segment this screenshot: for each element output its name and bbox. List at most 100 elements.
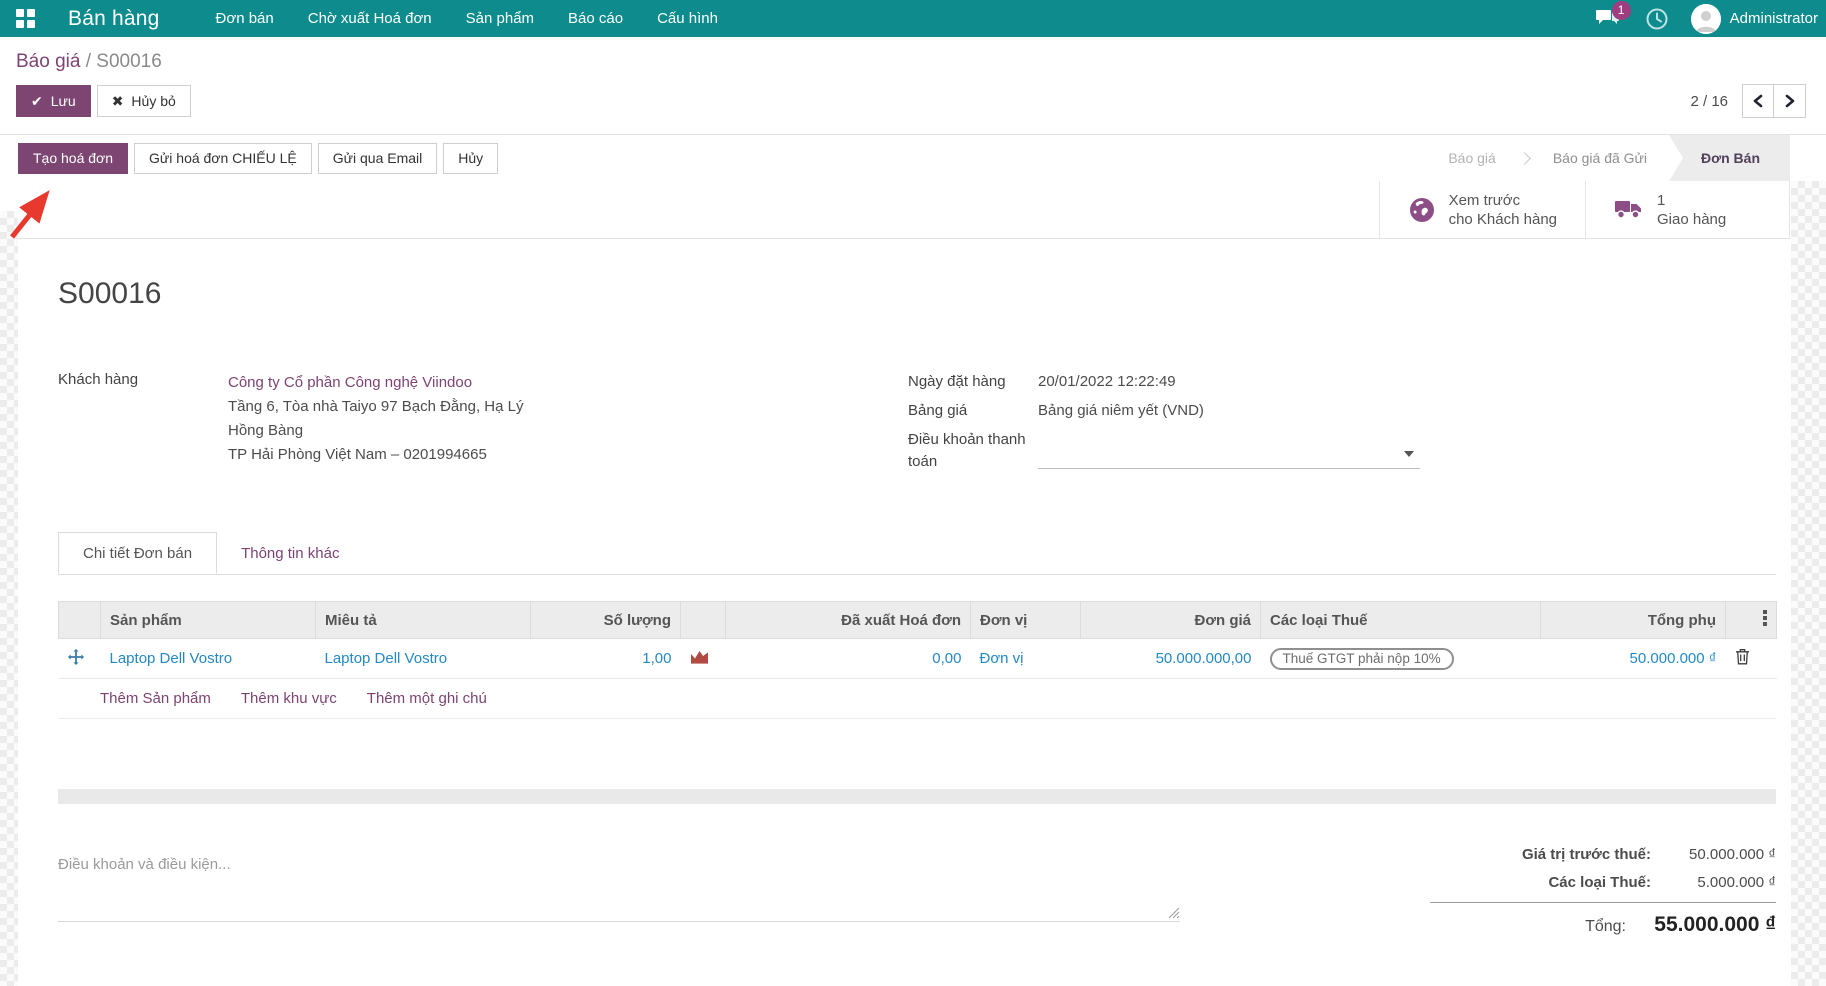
discard-button[interactable]: ✖ Hủy bỏ: [96, 85, 191, 117]
section-separator: [58, 789, 1776, 804]
add-section-link[interactable]: Thêm khu vực: [241, 690, 337, 707]
tab-other-info[interactable]: Thông tin khác: [217, 532, 363, 574]
pricelist-label: Bảng giá: [908, 402, 968, 419]
transparent-edge-left: [0, 211, 18, 986]
totals-divider: [1430, 902, 1776, 903]
customer-address-line2: Hồng Bàng: [228, 422, 304, 439]
chevron-right-icon: [1785, 94, 1794, 108]
app-title[interactable]: Bán hàng: [68, 7, 160, 31]
notebook-tabs: Chi tiết Đơn bán Thông tin khác: [58, 532, 1776, 575]
order-lines-table: Sản phẩm Miêu tả Số lượng Đã xuất Hoá đơ…: [58, 601, 1777, 679]
save-button[interactable]: ✔ Lưu: [16, 85, 91, 117]
chevron-separator-icon: [1517, 151, 1531, 165]
order-date-label: Ngày đặt hàng: [908, 373, 1006, 390]
menu-item-bao-cao[interactable]: Báo cáo: [568, 10, 623, 27]
customer-link[interactable]: Công ty Cổ phần Công nghệ Viindoo: [228, 371, 523, 395]
terms-textarea[interactable]: Điều khoản và điều kiện...: [58, 846, 1180, 922]
trash-icon: [1735, 649, 1749, 665]
cell-invoiced[interactable]: 0,00: [725, 638, 971, 679]
truck-icon: [1615, 200, 1641, 219]
resize-handle-icon[interactable]: [1168, 907, 1180, 919]
taxes-value: 5.000.000 ₫: [1697, 874, 1776, 891]
cell-unit-price[interactable]: 50.000.000,00: [1080, 638, 1261, 679]
pager-previous-button[interactable]: [1742, 84, 1774, 118]
user-menu[interactable]: Administrator: [1690, 3, 1818, 34]
tab-order-details[interactable]: Chi tiết Đơn bán: [58, 532, 218, 574]
main-menu: Đơn bán Chờ xuất Hoá đơn Sản phẩm Báo cá…: [216, 10, 718, 27]
customer-label: Khách hàng: [58, 371, 139, 388]
cell-quantity[interactable]: 1,00: [530, 638, 681, 679]
message-count-badge: 1: [1611, 0, 1631, 20]
menu-item-san-pham[interactable]: Sản phẩm: [466, 10, 534, 27]
terms-placeholder: Điều khoản và điều kiện...: [58, 856, 231, 873]
transparent-edge-right: [1791, 181, 1826, 986]
total-label: Tổng:: [1585, 918, 1626, 935]
breadcrumb: Báo giá / S00016: [16, 51, 162, 72]
taxes-label: Các loại Thuế:: [1548, 874, 1651, 891]
add-note-link[interactable]: Thêm một ghi chú: [367, 690, 487, 707]
customer-address-line1: Tầng 6, Tòa nhà Taiyo 97 Bạch Đằng, Hạ L…: [228, 398, 524, 415]
delete-line-button[interactable]: [1725, 638, 1777, 679]
globe-icon: [1409, 197, 1434, 222]
messages-button[interactable]: 1: [1595, 0, 1631, 31]
column-header-quantity[interactable]: Số lượng: [530, 601, 681, 639]
breadcrumb-current: S00016: [96, 51, 162, 72]
drag-handle[interactable]: [58, 638, 101, 679]
cell-description[interactable]: Laptop Dell Vostro: [315, 638, 531, 679]
pager-value: 2 / 16: [1690, 92, 1728, 110]
column-header-taxes[interactable]: Các loại Thuế: [1260, 601, 1541, 639]
menu-item-don-ban[interactable]: Đơn bán: [216, 10, 274, 27]
forecast-chart-button[interactable]: [680, 638, 726, 679]
avatar: [1690, 3, 1721, 34]
totals-block: Giá trị trước thuế: 50.000.000 ₫ Các loạ…: [1430, 846, 1776, 948]
activity-clock-icon[interactable]: [1645, 7, 1669, 31]
cancel-order-button[interactable]: Hủy: [443, 142, 499, 174]
menu-item-cau-hinh[interactable]: Cấu hình: [657, 10, 718, 27]
chevron-left-icon: [1753, 94, 1763, 108]
create-invoice-button[interactable]: Tạo hoá đơn: [18, 142, 129, 174]
untaxed-amount-label: Giá trị trước thuế:: [1521, 846, 1651, 863]
status-pipeline: Báo giá Báo giá đã Gửi Đơn Bán: [1426, 135, 1790, 181]
pager-next-button[interactable]: [1774, 84, 1806, 118]
customer-address-line3: TP Hải Phòng Việt Nam – 0201994665: [228, 446, 487, 463]
untaxed-amount-value: 50.000.000 ₫: [1689, 846, 1776, 863]
column-header-invoiced[interactable]: Đã xuất Hoá đơn: [725, 601, 971, 639]
optional-columns-button[interactable]: [1725, 601, 1777, 639]
kebab-dots-icon: [1763, 610, 1767, 626]
send-email-button[interactable]: Gửi qua Email: [317, 142, 438, 174]
cell-taxes[interactable]: Thuế GTGT phải nộp 10%: [1260, 638, 1541, 679]
area-chart-icon: [690, 651, 708, 664]
tax-tag[interactable]: Thuế GTGT phải nộp 10%: [1269, 647, 1454, 670]
check-icon: ✔: [31, 92, 43, 109]
payment-terms-dropdown[interactable]: [1038, 429, 1420, 469]
column-header-product[interactable]: Sản phẩm: [100, 601, 316, 639]
cell-product[interactable]: Laptop Dell Vostro: [100, 638, 316, 679]
column-header-description[interactable]: Miêu tả: [315, 601, 531, 639]
top-navbar: Bán hàng Đơn bán Chờ xuất Hoá đơn Sản ph…: [0, 0, 1826, 37]
column-header-unit-price[interactable]: Đơn giá: [1080, 601, 1261, 639]
breadcrumb-parent[interactable]: Báo giá: [16, 51, 80, 72]
status-step-quotation[interactable]: Báo giá: [1426, 135, 1517, 181]
order-date-value[interactable]: 20/01/2022 12:22:49: [1038, 371, 1420, 393]
apps-menu-icon[interactable]: [16, 8, 36, 29]
menu-item-cho-xuat-hoa-don[interactable]: Chờ xuất Hoá đơn: [308, 10, 432, 27]
close-icon: ✖: [111, 92, 124, 109]
column-header-uom[interactable]: Đơn vị: [970, 601, 1081, 639]
column-header-subtotal[interactable]: Tổng phụ: [1540, 601, 1726, 639]
pricelist-value[interactable]: Bảng giá niêm yết (VND): [1038, 400, 1420, 422]
user-name: Administrator: [1729, 10, 1818, 27]
send-proforma-button[interactable]: Gửi hoá đơn CHIẾU LỆ: [134, 142, 312, 174]
status-step-quotation-sent[interactable]: Báo giá đã Gửi: [1531, 135, 1669, 181]
add-line-row: Thêm Sản phẩm Thêm khu vực Thêm một ghi …: [58, 679, 1776, 719]
order-line-row[interactable]: Laptop Dell Vostro Laptop Dell Vostro 1,…: [58, 638, 1777, 679]
smart-buttons-row: Xem trước cho Khách hàng 1 Giao hàng: [0, 181, 1826, 239]
cell-uom[interactable]: Đơn vị: [970, 638, 1081, 679]
column-header-forecast: [680, 601, 726, 639]
delivery-smart-button[interactable]: 1 Giao hàng: [1585, 181, 1790, 238]
order-reference-title: S00016: [58, 277, 162, 310]
move-arrows-icon: [67, 648, 84, 665]
add-product-link[interactable]: Thêm Sản phẩm: [100, 690, 211, 707]
table-header-row: Sản phẩm Miêu tả Số lượng Đã xuất Hoá đơ…: [58, 601, 1777, 639]
status-step-sales-order[interactable]: Đơn Bán: [1669, 135, 1790, 181]
customer-preview-button[interactable]: Xem trước cho Khách hàng: [1378, 181, 1585, 238]
